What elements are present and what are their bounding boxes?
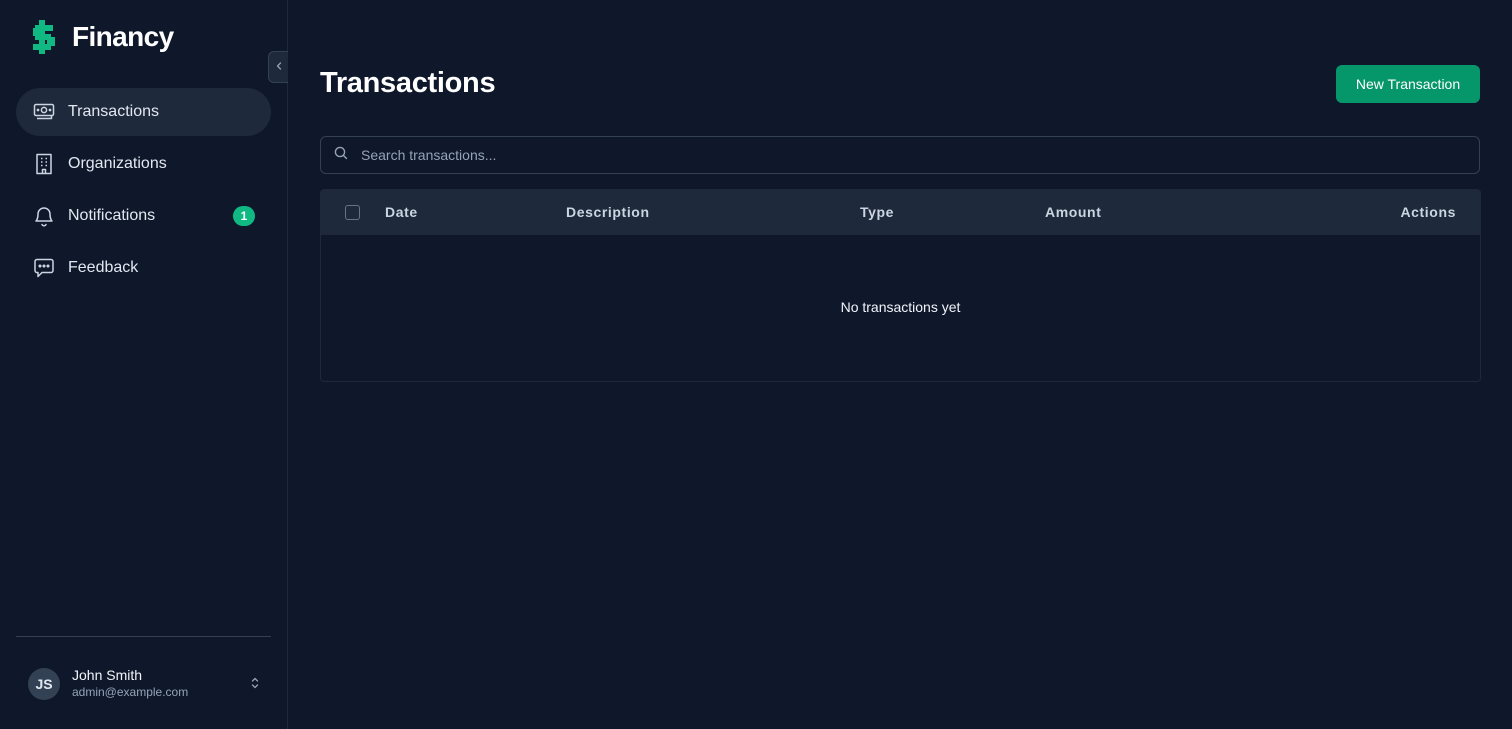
empty-state-message: No transactions yet	[840, 299, 961, 315]
search-icon	[333, 145, 349, 166]
brand-logo[interactable]: Financy	[30, 20, 174, 54]
page-title: Transactions	[320, 67, 496, 99]
chevron-left-icon	[274, 58, 284, 76]
user-email: admin@example.com	[72, 685, 189, 699]
building-icon	[32, 152, 56, 176]
brand-name: Financy	[72, 21, 174, 52]
bell-icon	[32, 204, 56, 228]
select-all-checkbox[interactable]	[345, 205, 360, 220]
sidebar-item-label: Transactions	[68, 103, 159, 120]
sidebar-item-organizations[interactable]: Organizations	[16, 140, 271, 188]
column-header-date[interactable]: Date	[385, 204, 418, 220]
sidebar-item-label: Notifications	[68, 207, 156, 224]
dollar-icon	[30, 20, 58, 54]
user-name: John Smith	[72, 667, 143, 683]
sidebar-item-transactions[interactable]: Transactions	[16, 88, 271, 136]
table-header: Date Description Type Amount Actions	[321, 190, 1480, 235]
user-info: John Smith admin@example.com	[72, 667, 188, 701]
sidebar-item-feedback[interactable]: Feedback	[16, 244, 271, 292]
main-content: Transactions New Transaction Date Descri…	[288, 0, 1512, 729]
search-bar[interactable]	[320, 136, 1480, 174]
collapse-sidebar-button[interactable]	[268, 51, 288, 83]
sidebar-divider	[16, 636, 271, 637]
sidebar: Financy Transactions Organizations Notif…	[0, 0, 288, 729]
sidebar-item-label: Organizations	[68, 155, 167, 172]
sidebar-item-notifications[interactable]: Notifications 1	[16, 192, 271, 240]
sidebar-item-label: Feedback	[68, 259, 139, 276]
transactions-table: Date Description Type Amount Actions No …	[320, 189, 1481, 382]
column-header-type[interactable]: Type	[860, 204, 894, 220]
column-header-amount[interactable]: Amount	[1045, 204, 1101, 220]
message-icon	[32, 256, 56, 280]
sidebar-nav: Transactions Organizations Notifications…	[16, 88, 271, 296]
new-transaction-button[interactable]: New Transaction	[1336, 65, 1480, 103]
banknote-icon	[32, 100, 56, 124]
user-menu[interactable]: JS John Smith admin@example.com	[28, 667, 268, 701]
search-input[interactable]	[361, 147, 1461, 163]
column-header-description[interactable]: Description	[566, 204, 650, 220]
chevrons-up-down-icon	[250, 676, 260, 695]
column-header-actions: Actions	[1400, 204, 1456, 220]
notification-count-badge: 1	[233, 206, 255, 226]
avatar: JS	[28, 668, 60, 700]
